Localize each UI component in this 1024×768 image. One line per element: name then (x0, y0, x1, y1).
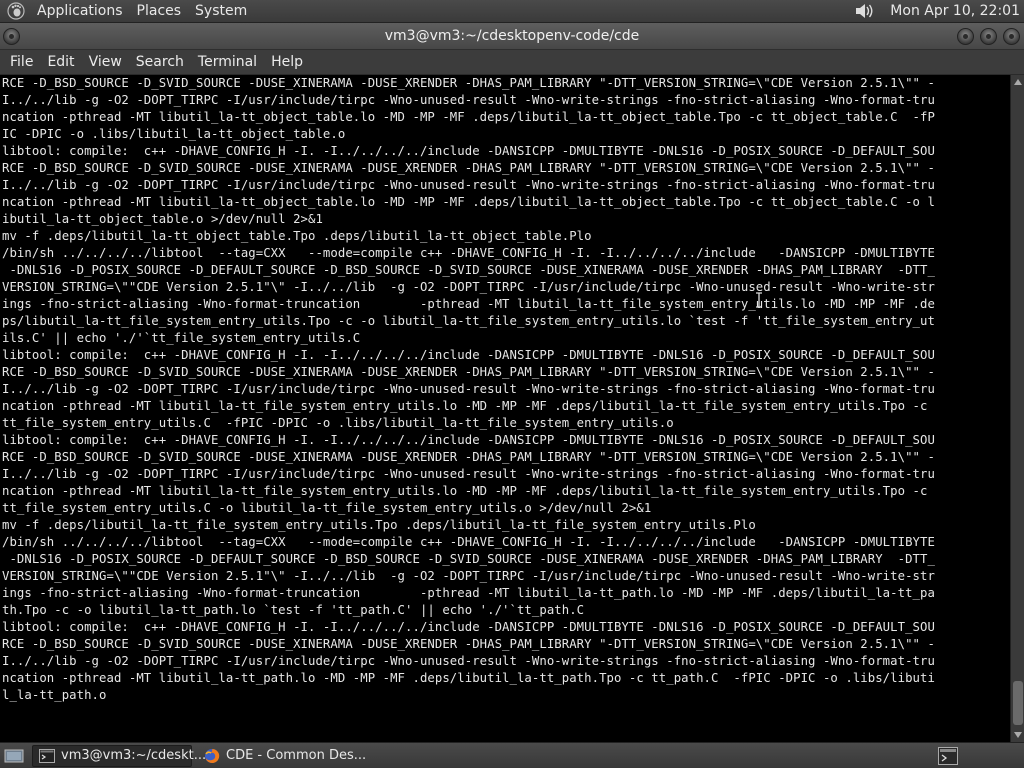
terminal-line: ings -fno-strict-aliasing -Wno-format-tr… (2, 297, 935, 311)
terminal-line: ncation -pthread -MT libutil_la-tt_file_… (2, 484, 928, 498)
terminal-line: VERSION_STRING=\""CDE Version 2.5.1"\" -… (2, 280, 935, 294)
terminal-line: I../../lib -g -O2 -DOPT_TIRPC -I/usr/inc… (2, 382, 935, 396)
terminal-menubar: File Edit View Search Terminal Help (0, 50, 1024, 75)
taskbar-item-label: CDE - Common Des... (226, 748, 367, 763)
scroll-up-arrow-icon[interactable] (1011, 75, 1024, 89)
taskbar-item-label: vm3@vm3:~/cdeskt... (61, 748, 207, 763)
terminal-line: /bin/sh ../../../../libtool --tag=CXX --… (2, 535, 935, 549)
terminal-line: ncation -pthread -MT libutil_la-tt_objec… (2, 195, 935, 209)
terminal-line: tt_file_system_entry_utils.C -fPIC -DPIC… (2, 416, 674, 430)
terminal-output[interactable]: RCE -D_BSD_SOURCE -D_SVID_SOURCE -DUSE_X… (0, 75, 1010, 742)
panel-right-area: Mon Apr 10, 22:01 (854, 0, 1024, 23)
minimize-button[interactable] (957, 28, 974, 45)
terminal-line: I../../lib -g -O2 -DOPT_TIRPC -I/usr/inc… (2, 178, 935, 192)
places-menu[interactable]: Places (130, 0, 189, 23)
terminal-line: VERSION_STRING=\""CDE Version 2.5.1"\" -… (2, 569, 935, 583)
menu-view[interactable]: View (82, 50, 129, 75)
terminal-line: libtool: compile: c++ -DHAVE_CONFIG_H -I… (2, 433, 935, 447)
terminal-line: I../../lib -g -O2 -DOPT_TIRPC -I/usr/inc… (2, 93, 935, 107)
terminal-line: I../../lib -g -O2 -DOPT_TIRPC -I/usr/inc… (2, 467, 935, 481)
terminal-line: libtool: compile: c++ -DHAVE_CONFIG_H -I… (2, 620, 935, 634)
terminal-line: RCE -D_BSD_SOURCE -D_SVID_SOURCE -DUSE_X… (2, 365, 935, 379)
menu-edit[interactable]: Edit (40, 50, 81, 75)
terminal-line: I../../lib -g -O2 -DOPT_TIRPC -I/usr/inc… (2, 654, 935, 668)
maximize-button[interactable] (980, 28, 997, 45)
terminal-line: /bin/sh ../../../../libtool --tag=CXX --… (2, 246, 935, 260)
taskbar-item-terminal[interactable]: vm3@vm3:~/cdeskt... (32, 744, 206, 767)
terminal-line: mv -f .deps/libutil_la-tt_object_table.T… (2, 229, 592, 243)
terminal-line: ings -fno-strict-aliasing -Wno-format-tr… (2, 586, 935, 600)
terminal-tray-icon[interactable] (938, 746, 958, 765)
terminal-scrollbar[interactable] (1010, 75, 1024, 742)
terminal-line: ncation -pthread -MT libutil_la-tt_file_… (2, 399, 928, 413)
scroll-down-arrow-icon[interactable] (1011, 728, 1024, 742)
close-button[interactable] (1003, 28, 1020, 45)
window-menu-button[interactable] (3, 28, 20, 45)
window-titlebar[interactable]: vm3@vm3:~/cdesktopenv-code/cde (0, 23, 1024, 50)
terminal-line: IC -DPIC -o .libs/libutil_la-tt_object_t… (2, 127, 346, 141)
menu-search[interactable]: Search (129, 50, 191, 75)
show-desktop-icon[interactable] (2, 745, 26, 767)
terminal-line: ncation -pthread -MT libutil_la-tt_objec… (2, 110, 935, 124)
terminal-line: libtool: compile: c++ -DHAVE_CONFIG_H -I… (2, 348, 935, 362)
terminal-line: RCE -D_BSD_SOURCE -D_SVID_SOURCE -DUSE_X… (2, 161, 935, 175)
firefox-icon (204, 748, 220, 764)
terminal-line: -DNLS16 -D_POSIX_SOURCE -D_DEFAULT_SOURC… (2, 552, 935, 566)
terminal-line: RCE -D_BSD_SOURCE -D_SVID_SOURCE -DUSE_X… (2, 450, 935, 464)
terminal-line: ncation -pthread -MT libutil_la-tt_path.… (2, 671, 935, 685)
bottom-taskbar: vm3@vm3:~/cdeskt... CDE - Common Des... (0, 742, 1024, 768)
terminal-line: mv -f .deps/libutil_la-tt_file_system_en… (2, 518, 756, 532)
scrollbar-thumb[interactable] (1013, 681, 1023, 725)
terminal-line: RCE -D_BSD_SOURCE -D_SVID_SOURCE -DUSE_X… (2, 637, 935, 651)
terminal-line: l_la-tt_path.o (2, 688, 107, 702)
applications-menu[interactable]: Applications (30, 0, 130, 23)
terminal-line: ils.C' || echo './'`tt_file_system_entry… (2, 331, 361, 345)
menu-terminal[interactable]: Terminal (191, 50, 264, 75)
terminal-line: libtool: compile: c++ -DHAVE_CONFIG_H -I… (2, 144, 935, 158)
clock[interactable]: Mon Apr 10, 22:01 (884, 0, 1024, 23)
top-panel: Applications Places System Mon Apr 10, 2… (0, 0, 1024, 23)
gnome-foot-icon[interactable] (6, 1, 26, 21)
system-menu[interactable]: System (188, 0, 254, 23)
taskbar-item-firefox[interactable]: CDE - Common Des... (198, 745, 368, 767)
menu-file[interactable]: File (3, 50, 40, 75)
terminal-icon (39, 748, 55, 764)
text-cursor-icon (755, 292, 763, 308)
terminal-line: th.Tpo -c -o libutil_la-tt_path.lo `test… (2, 603, 585, 617)
terminal-line: RCE -D_BSD_SOURCE -D_SVID_SOURCE -DUSE_X… (2, 76, 935, 90)
terminal-line: ibutil_la-tt_object_table.o >/dev/null 2… (2, 212, 323, 226)
menu-help[interactable]: Help (264, 50, 310, 75)
terminal-line: tt_file_system_entry_utils.C -o libutil_… (2, 501, 652, 515)
terminal-line: -DNLS16 -D_POSIX_SOURCE -D_DEFAULT_SOURC… (2, 263, 935, 277)
window-title: vm3@vm3:~/cdesktopenv-code/cde (384, 28, 640, 44)
terminal-line: ps/libutil_la-tt_file_system_entry_utils… (2, 314, 935, 328)
speaker-icon[interactable] (854, 1, 876, 21)
